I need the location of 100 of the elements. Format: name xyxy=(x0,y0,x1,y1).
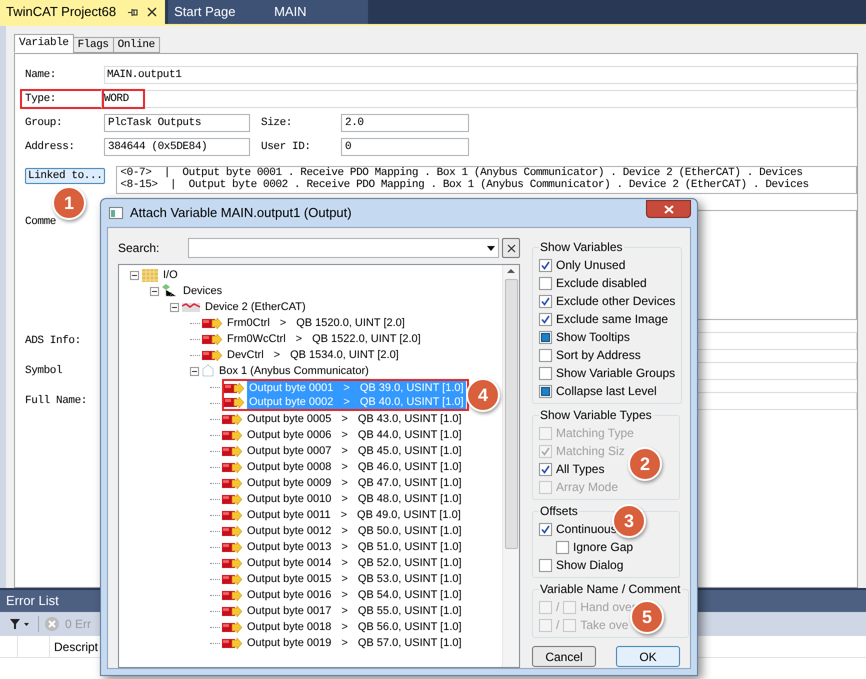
clear-search-button[interactable] xyxy=(502,238,520,258)
pin-icon[interactable] xyxy=(128,8,140,16)
tree-item[interactable]: I/O xyxy=(142,268,181,282)
search-field[interactable] xyxy=(188,238,499,258)
text-field[interactable]: WORD xyxy=(101,90,857,108)
output-variable-icon xyxy=(222,494,242,504)
checkbox[interactable] xyxy=(539,522,552,536)
checkbox-label: All Types xyxy=(556,461,604,478)
property-tab[interactable]: Flags xyxy=(72,37,114,53)
group-title: Show Variable Types xyxy=(539,407,653,424)
collapse-toggle[interactable] xyxy=(170,302,179,312)
folder-icon xyxy=(142,268,158,282)
clear-icon xyxy=(506,244,516,252)
checkmark-icon xyxy=(541,260,550,270)
checkbox[interactable] xyxy=(539,462,552,476)
dialog-button[interactable]: OK xyxy=(616,646,680,667)
checkbox[interactable] xyxy=(556,540,569,554)
checkbox[interactable] xyxy=(539,294,552,308)
output-variable-icon xyxy=(222,622,242,632)
output-variable-icon xyxy=(202,350,222,360)
checkbox[interactable] xyxy=(539,258,552,272)
field-label: Size: xyxy=(261,116,294,131)
checkbox-label: Show Tooltips xyxy=(556,329,630,346)
output-variable-icon xyxy=(222,414,242,424)
field-label: Full Name: xyxy=(25,394,88,409)
checkbox[interactable] xyxy=(539,384,552,398)
checkbox-label: Collapse last Level xyxy=(556,383,657,400)
dialog-button[interactable]: Cancel xyxy=(532,646,596,667)
output-variable-icon xyxy=(222,446,242,456)
checkbox[interactable] xyxy=(539,330,552,344)
separator-slash: / xyxy=(556,599,560,616)
output-variable-icon xyxy=(222,510,242,520)
close-icon[interactable] xyxy=(147,7,158,17)
field-label: Group: xyxy=(25,116,64,131)
checkbox-label: Only Unused xyxy=(556,257,626,274)
checkbox[interactable] xyxy=(539,366,552,380)
property-tab[interactable]: Variable xyxy=(14,34,74,53)
dialog-title: Attach Variable MAIN.output1 (Output) xyxy=(130,204,353,222)
document-tab[interactable]: MAIN xyxy=(268,0,368,24)
checkbox-label: Show Variable Groups xyxy=(556,365,676,382)
checkbox[interactable] xyxy=(539,558,552,572)
close-icon xyxy=(664,204,674,214)
checkbox-label: Ignore Gap xyxy=(573,539,634,556)
scrollbar[interactable] xyxy=(502,265,519,667)
output-variable-icon xyxy=(222,558,242,568)
checkbox-label: Take ove xyxy=(580,617,628,634)
checkbox-label: Continuous xyxy=(556,521,617,538)
text-field[interactable]: PlcTask Outputs xyxy=(104,114,250,132)
collapse-toggle[interactable] xyxy=(190,366,199,376)
collapse-toggle[interactable] xyxy=(150,286,159,296)
text-field[interactable]: MAIN.output1 xyxy=(104,66,857,84)
field-label: Name: xyxy=(25,68,58,83)
box-icon xyxy=(202,364,214,378)
field-label: ADS Info: xyxy=(25,334,82,349)
tree-item-label: Output byte 0001 > QB 39.0, USINT [1.0] xyxy=(247,381,466,395)
checkbox-label: Exclude other Devices xyxy=(556,293,676,310)
checkbox[interactable] xyxy=(539,312,552,326)
output-variable-icon xyxy=(222,430,242,440)
checkbox[interactable] xyxy=(539,348,552,362)
filter-icon[interactable] xyxy=(10,619,30,629)
text-field[interactable]: 2.0 xyxy=(341,114,469,132)
linked-to-button[interactable]: Linked to... xyxy=(25,168,106,184)
tree-item-label: Device 2 (EtherCAT) xyxy=(204,300,307,314)
output-variable-icon xyxy=(224,396,244,408)
text-field[interactable]: 0 xyxy=(341,138,469,156)
output-variable-icon xyxy=(222,574,242,584)
text-field[interactable]: 384644 (0x5DE84) xyxy=(104,138,250,156)
output-variable-icon xyxy=(222,526,242,536)
checkbox-label: Matching Type xyxy=(556,425,634,442)
tree-item[interactable]: Device 2 (EtherCAT) xyxy=(182,300,309,314)
tree-item-label: I/O xyxy=(162,268,179,282)
document-tab[interactable]: Start Page xyxy=(168,0,268,24)
tree-item[interactable]: Devices xyxy=(162,284,226,298)
column-header[interactable]: Descript xyxy=(50,636,98,657)
document-tab[interactable]: TwinCAT Project68 xyxy=(0,0,166,24)
group-title: Offsets xyxy=(539,503,579,520)
tree-item-label: Devices xyxy=(182,284,224,298)
collapse-toggle[interactable] xyxy=(130,270,139,280)
checkbox-label: Array Mode xyxy=(556,479,618,496)
field-label: Address: xyxy=(25,140,76,155)
checkbox-label: Sort by Address xyxy=(556,347,641,364)
output-variable-icon xyxy=(202,334,222,344)
output-variable-icon xyxy=(222,638,242,648)
panel-title: Error List xyxy=(6,592,59,610)
checkbox-label: Exclude same Image xyxy=(556,311,668,328)
output-variable-icon xyxy=(222,590,242,600)
checkbox[interactable] xyxy=(539,276,552,290)
checkbox-label: Show Dialog xyxy=(556,557,624,574)
checkmark-icon xyxy=(541,524,550,534)
close-button[interactable] xyxy=(646,200,691,218)
output-variable-icon xyxy=(222,542,242,552)
search-label: Search: xyxy=(118,240,160,257)
dropdown-caret-icon[interactable] xyxy=(487,246,495,250)
output-variable-icon xyxy=(222,462,242,472)
field-label: User ID: xyxy=(261,140,312,155)
linked-to-field[interactable] xyxy=(116,166,857,194)
tree-item-label: Output byte 0002 > QB 40.0, USINT [1.0] xyxy=(247,395,466,409)
linked-variable: <0-7> | Output byte 0001 . Receive PDO Mapping . Box 1 (Anybus Communicator) . Device 2 (EtherCAT) . Devices xyxy=(120,167,804,179)
property-tab[interactable]: Online xyxy=(112,37,160,53)
field-label: Symbol xyxy=(25,364,64,379)
